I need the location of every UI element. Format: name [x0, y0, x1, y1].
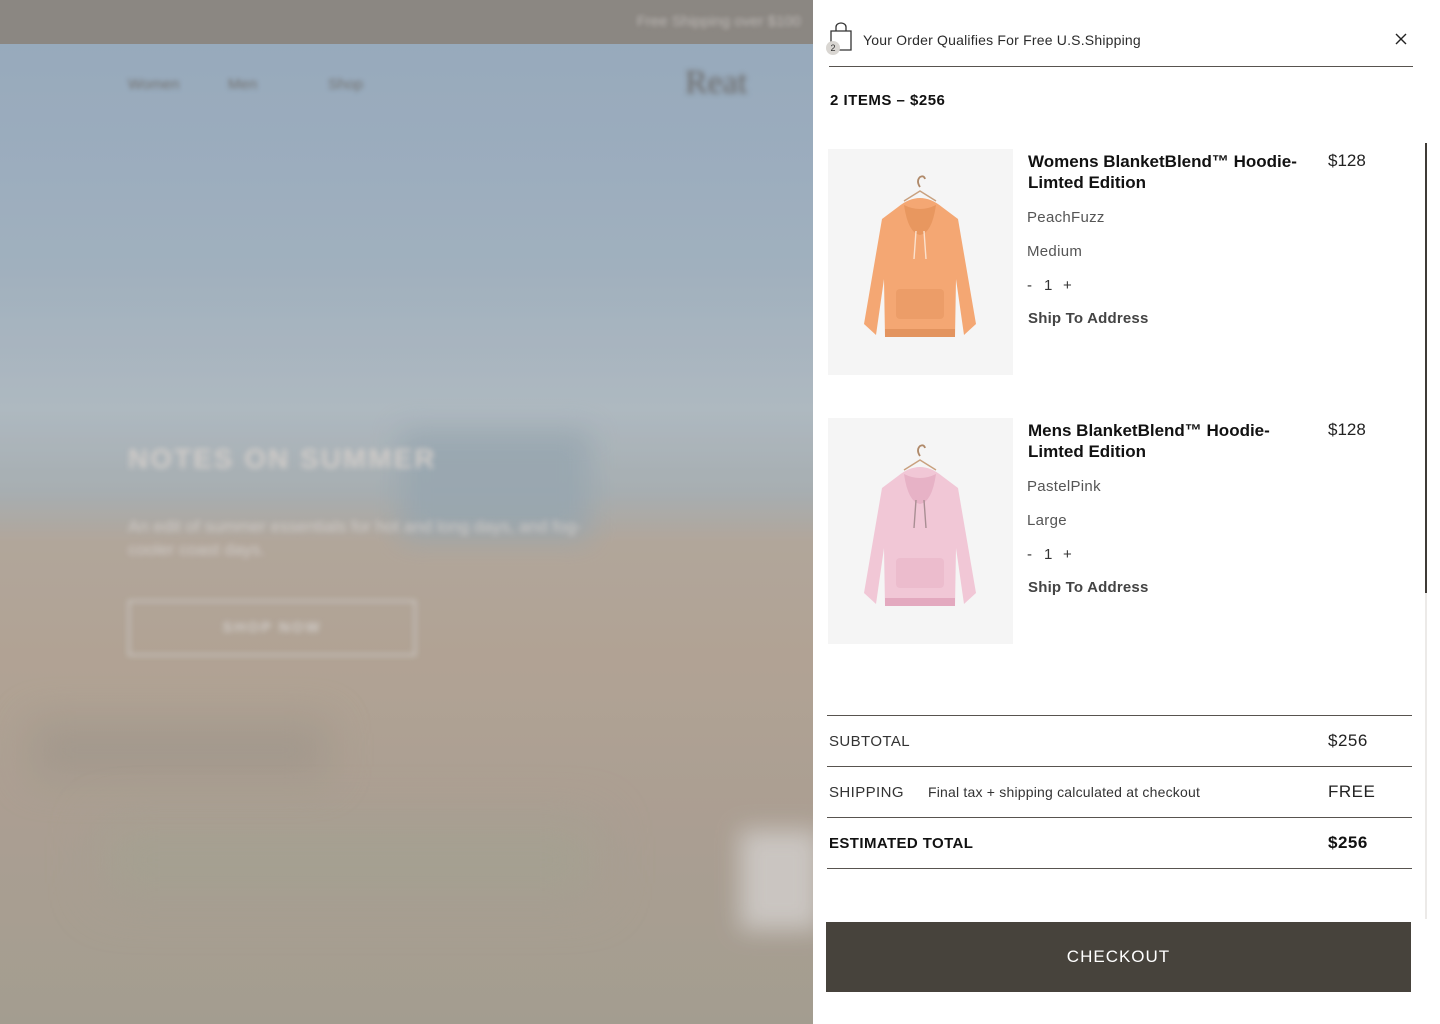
decrease-quantity-button[interactable]: -: [1027, 277, 1044, 294]
estimated-total-value: $256: [1328, 833, 1368, 852]
increase-quantity-button[interactable]: +: [1063, 277, 1072, 294]
ship-to-address-option[interactable]: Ship To Address: [1028, 310, 1149, 327]
estimated-total-label: ESTIMATED TOTAL: [829, 835, 974, 852]
scrollbar-thumb[interactable]: [1425, 143, 1427, 593]
checkout-button[interactable]: CHECKOUT: [826, 922, 1411, 992]
subtotal-row: SUBTOTAL $256: [827, 715, 1412, 766]
quantity-value: 1: [1044, 546, 1053, 563]
product-image[interactable]: [828, 149, 1013, 375]
increase-quantity-button[interactable]: +: [1063, 546, 1072, 563]
cart-drawer: 2 Your Order Qualifies For Free U.S.Ship…: [813, 0, 1440, 1024]
product-name[interactable]: Mens BlanketBlend™ Hoodie-Limted Edition: [1028, 420, 1298, 462]
shipping-row: SHIPPING Final tax + shipping calculated…: [827, 766, 1412, 817]
shipping-label: SHIPPING: [829, 784, 904, 801]
shipping-value: FREE: [1328, 782, 1376, 801]
hoodie-icon: [864, 175, 976, 337]
cart-header: 2 Your Order Qualifies For Free U.S.Ship…: [826, 22, 1413, 67]
quantity-stepper: - 1 +: [1027, 277, 1072, 294]
subtotal-label: SUBTOTAL: [829, 733, 910, 750]
bag-count-badge: 2: [826, 41, 840, 55]
estimated-total-row: ESTIMATED TOTAL $256: [827, 817, 1412, 868]
hoodie-icon: [864, 444, 976, 606]
product-price: $128: [1328, 420, 1366, 439]
background-page: Free Shipping over $100 Women Men Shop R…: [0, 0, 813, 1024]
product-color: PeachFuzz: [1027, 209, 1105, 226]
product-size: Large: [1027, 512, 1067, 529]
subtotal-value: $256: [1328, 731, 1368, 750]
shipping-note: Final tax + shipping calculated at check…: [928, 784, 1201, 800]
quantity-value: 1: [1044, 277, 1053, 294]
summary-divider: [827, 868, 1412, 869]
close-icon[interactable]: [1393, 31, 1409, 47]
cart-item: Mens BlanketBlend™ Hoodie-Limted Edition…: [828, 418, 1413, 644]
cart-item: Womens BlanketBlend™ Hoodie-Limted Editi…: [828, 149, 1413, 375]
free-shipping-message: Your Order Qualifies For Free U.S.Shippi…: [863, 32, 1141, 48]
product-price: $128: [1328, 151, 1366, 170]
overlay-dim[interactable]: [0, 0, 813, 1024]
product-image[interactable]: [828, 418, 1013, 644]
product-name[interactable]: Womens BlanketBlend™ Hoodie-Limted Editi…: [1028, 151, 1298, 193]
ship-to-address-option[interactable]: Ship To Address: [1028, 579, 1149, 596]
product-size: Medium: [1027, 243, 1083, 260]
quantity-stepper: - 1 +: [1027, 546, 1072, 563]
cart-items-summary: 2 ITEMS – $256: [830, 92, 946, 109]
decrease-quantity-button[interactable]: -: [1027, 546, 1044, 563]
product-color: PastelPink: [1027, 478, 1101, 495]
